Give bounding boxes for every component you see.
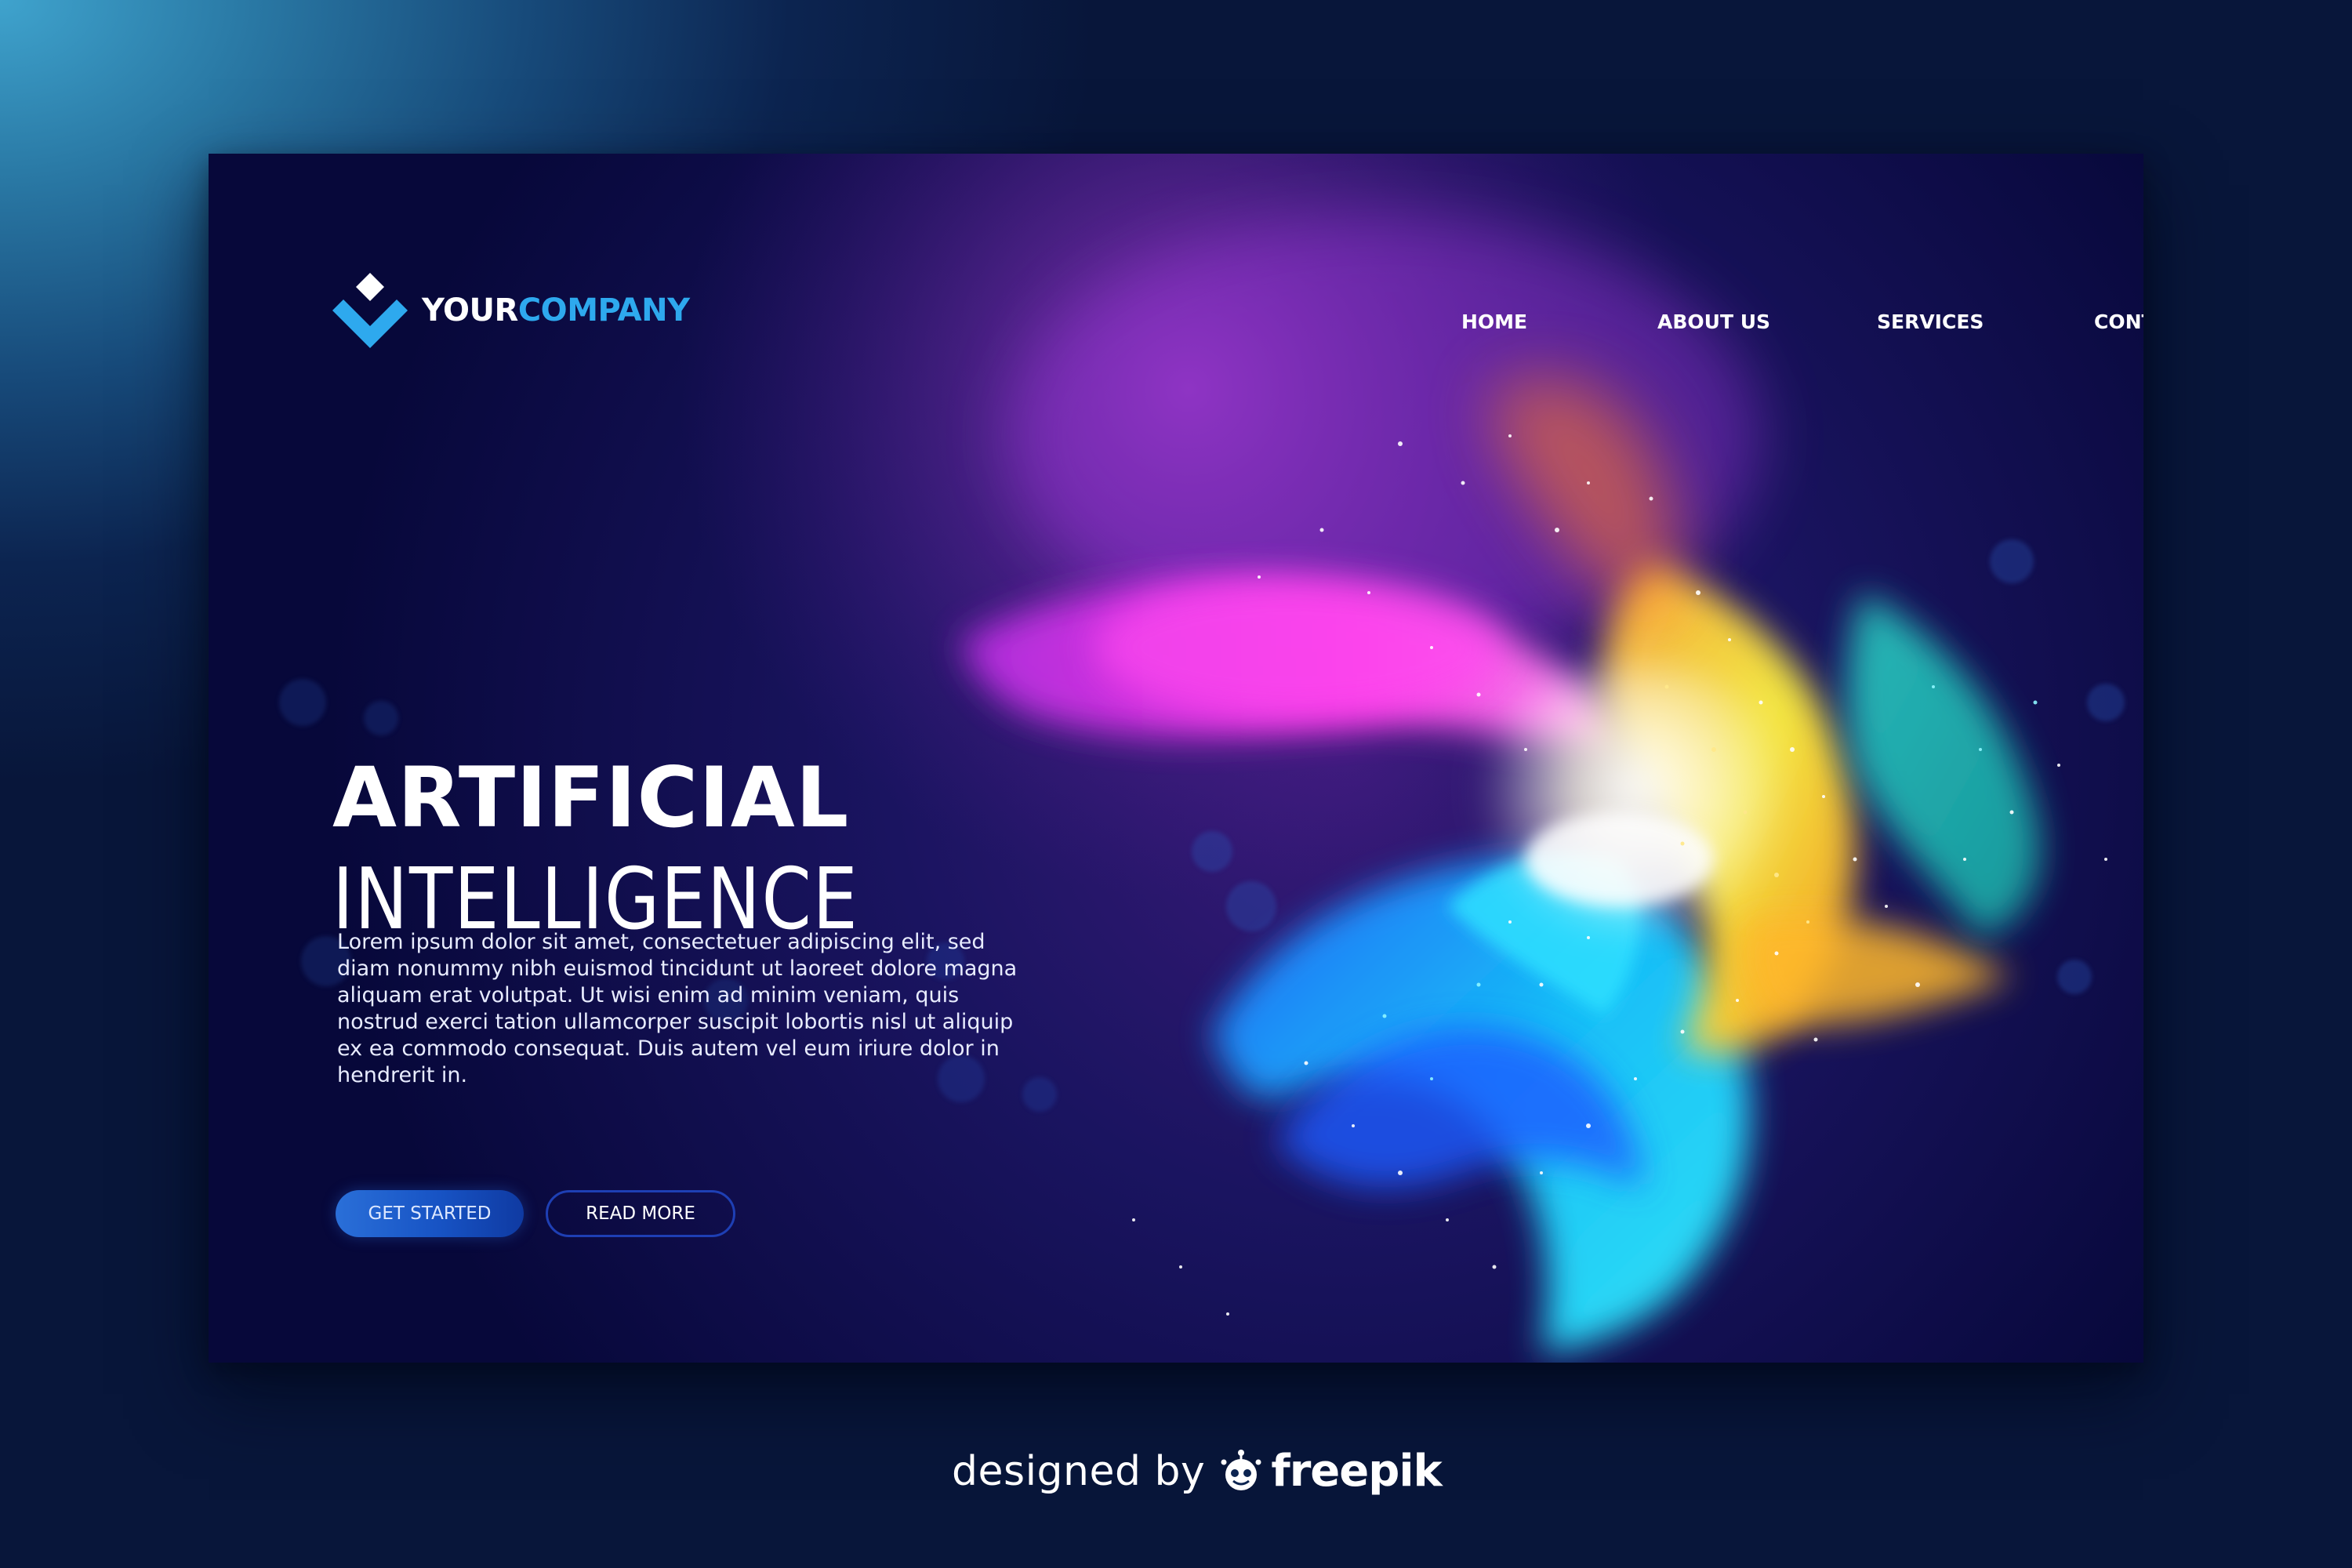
get-started-button[interactable]: GET STARTED bbox=[336, 1190, 524, 1237]
nav-item-contact-us[interactable]: CONTACT US bbox=[2094, 310, 2143, 333]
main-navigation: HOME ABOUT US SERVICES CONTACT US bbox=[1234, 310, 2143, 339]
designer-credit: designed by freepik bbox=[952, 1446, 1443, 1497]
read-more-button[interactable]: READ MORE bbox=[546, 1190, 735, 1237]
company-name: YOURCOMPANY bbox=[422, 292, 690, 328]
nav-item-home[interactable]: HOME bbox=[1461, 310, 1527, 333]
hero-title-line1: ARTIFICIAL bbox=[332, 750, 850, 847]
company-name-part2: COMPANY bbox=[517, 292, 690, 328]
credit-prefix: designed by bbox=[952, 1447, 1206, 1495]
credit-brand: freepik bbox=[1271, 1446, 1442, 1497]
nav-item-about-us[interactable]: ABOUT US bbox=[1657, 310, 1770, 333]
company-name-part1: YOUR bbox=[422, 292, 518, 328]
diamond-chevron-logo-icon bbox=[332, 273, 408, 348]
hero-description: Lorem ipsum dolor sit amet, consectetuer… bbox=[337, 930, 1018, 1087]
nav-item-services[interactable]: SERVICES bbox=[1877, 310, 1984, 333]
freepik-logo-icon bbox=[1221, 1449, 1261, 1490]
landing-page-card: YOURCOMPANY HOME ABOUT US SERVICES CONTA… bbox=[209, 154, 2143, 1363]
company-logo[interactable]: YOURCOMPANY bbox=[332, 273, 690, 348]
